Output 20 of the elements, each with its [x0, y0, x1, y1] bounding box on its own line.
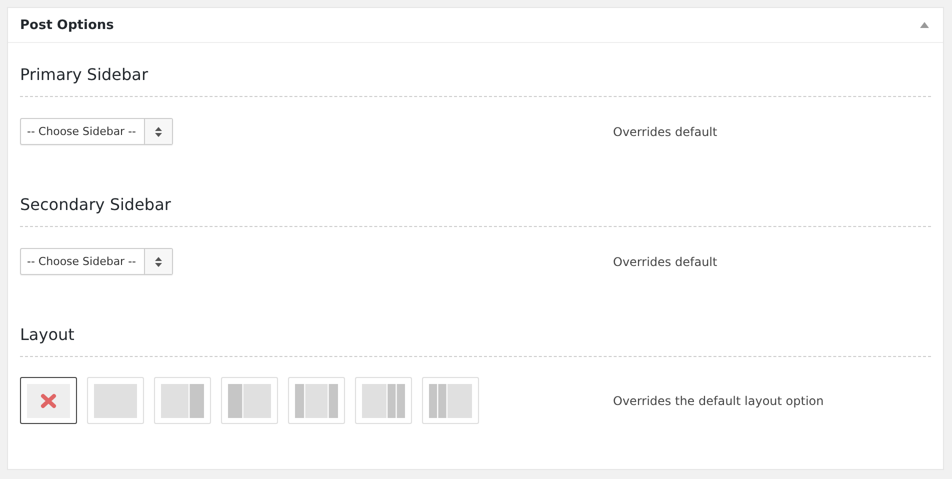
- section-heading: Layout: [20, 325, 931, 357]
- collapse-toggle-icon[interactable]: [920, 22, 929, 28]
- hint-text: Overrides the default layout option: [613, 394, 824, 408]
- panel-title: Post Options: [20, 18, 114, 32]
- sidebar-select[interactable]: -- Choose Sidebar --: [20, 248, 173, 275]
- no-layout-icon: [27, 384, 70, 418]
- layout-icon: [362, 384, 405, 418]
- hint-text: Overrides default: [613, 124, 718, 138]
- updown-arrows-icon: [155, 256, 162, 266]
- layout-icon: [94, 384, 137, 418]
- layout-icon: [228, 384, 271, 418]
- updown-arrows-icon: [155, 126, 162, 136]
- layout-option[interactable]: [20, 377, 77, 424]
- section-heading: Primary Sidebar: [20, 65, 931, 97]
- layout-icon: [429, 384, 472, 418]
- layout-icon: [161, 384, 204, 418]
- section-heading: Secondary Sidebar: [20, 195, 931, 227]
- hint-text: Overrides default: [613, 254, 718, 268]
- sidebar-select[interactable]: -- Choose Sidebar --: [20, 118, 173, 145]
- layout-icon: [295, 384, 338, 418]
